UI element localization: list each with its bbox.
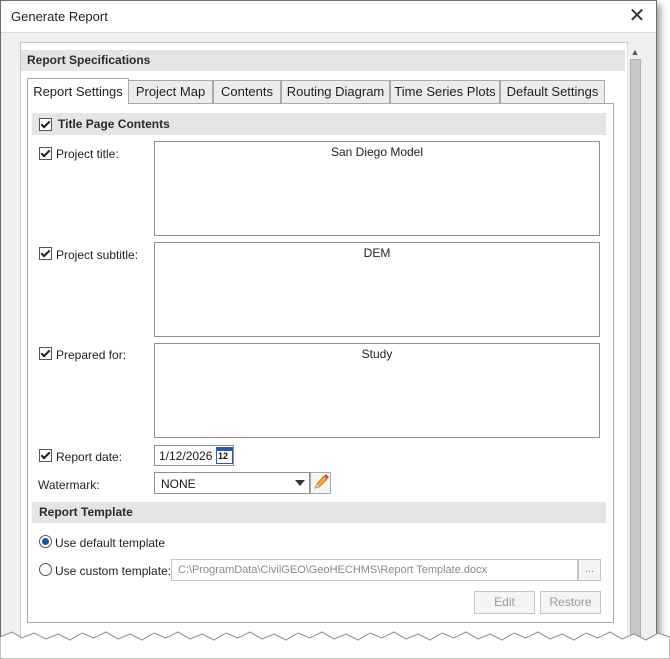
custom-template-path-value: C:\ProgramData\CivilGEO\GeoHECHMS\Report… [178,564,488,576]
use-custom-template-radio[interactable] [39,563,52,576]
edit-button[interactable]: Edit [474,591,535,614]
edit-watermark-button[interactable] [310,472,331,494]
scroll-thumb[interactable] [630,59,641,639]
tab-routing-diagram[interactable]: Routing Diagram [281,80,390,103]
title-page-contents-header: Title Page Contents [32,113,606,135]
project-title-value: San Diego Model [330,145,424,159]
tab-label: Project Map [135,84,206,99]
edit-label: Edit [494,595,515,609]
restore-button[interactable]: Restore [540,591,601,614]
report-specifications-header: Report Specifications [21,50,625,71]
project-subtitle-field[interactable]: DEM [154,242,600,337]
use-custom-template-label: Use custom template: [55,564,172,578]
project-subtitle-checkbox[interactable] [39,247,52,260]
calendar-icon-day: 12 [218,451,229,461]
chevron-down-icon[interactable] [295,480,305,486]
tab-report-settings[interactable]: Report Settings [27,78,129,104]
tab-label: Report Settings [33,84,123,99]
project-subtitle-label: Project subtitle: [56,248,139,262]
project-title-label: Project title: [56,147,119,161]
browse-button[interactable]: ... [578,559,601,581]
tab-contents[interactable]: Contents [213,80,281,103]
tab-label: Default Settings [506,84,599,99]
tab-project-map[interactable]: Project Map [128,80,213,103]
torn-edge-decoration [0,631,670,659]
window-title: Generate Report [11,9,108,24]
prepared-for-label: Prepared for: [56,348,127,362]
watermark-label: Watermark: [38,478,100,492]
report-date-label: Report date: [56,450,123,464]
calendar-icon[interactable]: 12 [216,447,233,464]
tab-time-series-plots[interactable]: Time Series Plots [390,80,500,103]
tab-default-settings[interactable]: Default Settings [500,80,605,103]
report-date-picker[interactable]: 1/12/2026 12 [154,445,234,466]
restore-label: Restore [549,595,592,609]
report-specifications-label: Report Specifications [27,53,151,67]
title-page-contents-label: Title Page Contents [58,117,170,131]
report-template-header: Report Template [32,502,606,523]
tab-label: Time Series Plots [394,84,496,99]
prepared-for-field[interactable]: Study [154,343,600,438]
custom-template-path-field[interactable]: C:\ProgramData\CivilGEO\GeoHECHMS\Report… [171,559,578,581]
close-icon[interactable]: ✕ [624,4,650,28]
watermark-select[interactable]: NONE [154,472,310,494]
title-bar: Generate Report ✕ [1,1,656,33]
tab-label: Contents [220,84,274,99]
report-date-checkbox[interactable] [39,449,52,462]
project-title-field[interactable]: San Diego Model [154,141,600,236]
use-default-template-label: Use default template [55,536,166,550]
report-template-label: Report Template [39,505,133,519]
pencil-icon [314,474,329,489]
prepared-for-checkbox[interactable] [39,347,52,360]
browse-label: ... [584,563,595,575]
use-default-template-radio[interactable] [39,535,52,548]
vertical-scrollbar[interactable]: ▲ [627,45,642,639]
scroll-up-arrow-icon[interactable]: ▲ [630,47,640,57]
tab-label: Routing Diagram [286,84,385,99]
project-subtitle-value: DEM [363,246,391,260]
watermark-value: NONE [161,477,196,491]
report-date-value: 1/12/2026 [159,449,213,463]
title-page-contents-checkbox[interactable] [39,118,52,131]
project-title-checkbox[interactable] [39,147,52,160]
prepared-for-value: Study [361,347,393,361]
